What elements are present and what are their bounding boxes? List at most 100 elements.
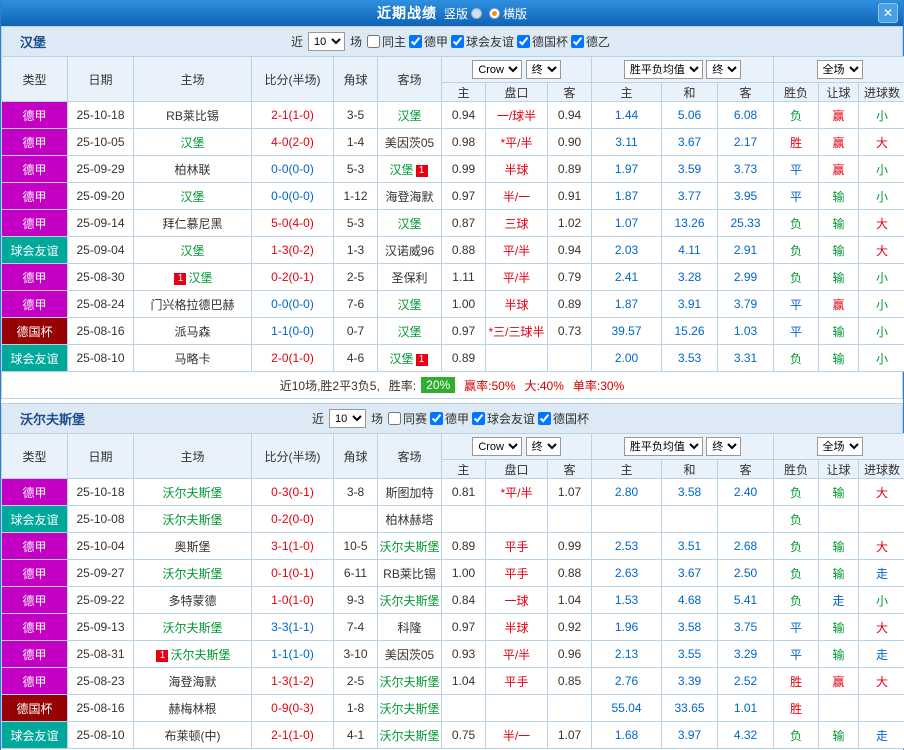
odds-time-select[interactable]: 终 — [526, 437, 561, 456]
team-link[interactable]: 汉堡 — [188, 271, 212, 285]
team-link[interactable]: 赫梅林根 — [168, 702, 216, 716]
team-link[interactable]: 斯图加特 — [385, 486, 433, 500]
team-link[interactable]: 汉堡 — [180, 244, 204, 258]
avg-time-select[interactable]: 终 — [706, 437, 741, 456]
team-link[interactable]: 沃尔夫斯堡 — [162, 513, 222, 527]
score-cell: 0-1(0-1) — [252, 560, 334, 587]
avg-home-cell: 3.11 — [592, 129, 662, 156]
team-link[interactable]: 沃尔夫斯堡 — [379, 675, 439, 689]
team-link[interactable]: 派马森 — [174, 325, 210, 339]
team-link[interactable]: 沃尔夫斯堡 — [379, 594, 439, 608]
scope-select[interactable]: 全场 — [817, 60, 863, 79]
checkbox-input[interactable] — [538, 412, 551, 425]
team-link[interactable]: 沃尔夫斯堡 — [162, 567, 222, 581]
team-link[interactable]: RB莱比锡 — [383, 567, 436, 581]
odds-time-select[interactable]: 终 — [526, 60, 561, 79]
close-button[interactable]: ✕ — [878, 3, 898, 23]
team-link[interactable]: 门兴格拉德巴赫 — [150, 298, 234, 312]
team-link[interactable]: 沃尔夫斯堡 — [162, 621, 222, 635]
avg-away-cell: 3.29 — [718, 641, 774, 668]
avg-group-header: 胜平负均值 终 — [592, 57, 774, 83]
team-link[interactable]: 汉堡 — [397, 217, 421, 231]
checkbox-input[interactable] — [430, 412, 443, 425]
scope-select[interactable]: 全场 — [817, 437, 863, 456]
col-header-odds-home: 主 — [442, 460, 486, 479]
league-badge: 德甲 — [2, 533, 68, 560]
handicap-result-cell: 赢 — [819, 102, 859, 129]
match-count-select[interactable]: 10 — [308, 32, 345, 51]
team-link[interactable]: 汉堡 — [180, 190, 204, 204]
score-cell: 4-0(2-0) — [252, 129, 334, 156]
team-link[interactable]: 美因茨05 — [385, 136, 434, 150]
odds-source-select[interactable]: Crow — [472, 437, 522, 456]
filter-checkbox-球会友谊[interactable]: 球会友谊 — [451, 33, 514, 50]
team-link[interactable]: 海登海默 — [385, 190, 433, 204]
filter-checkbox-同赛[interactable]: 同赛 — [388, 410, 427, 427]
team-link[interactable]: 海登海默 — [168, 675, 216, 689]
handicap-cell: 半/一 — [486, 722, 548, 749]
team-link[interactable]: 沃尔夫斯堡 — [162, 486, 222, 500]
team-link[interactable]: 沃尔夫斯堡 — [379, 729, 439, 743]
match-row: 德甲25-10-04奥斯堡3-1(1-0)10-5沃尔夫斯堡0.89平手0.99… — [2, 533, 904, 560]
team-link[interactable]: 圣保利 — [391, 271, 427, 285]
league-badge: 德甲 — [2, 614, 68, 641]
checkbox-input[interactable] — [367, 35, 380, 48]
team-link[interactable]: 汉堡 — [397, 325, 421, 339]
odds-home-cell: 0.94 — [442, 102, 486, 129]
layout-horizontal-option[interactable]: 横版 — [489, 5, 527, 22]
team-link[interactable]: 马略卡 — [174, 352, 210, 366]
team-link[interactable]: 汉堡 — [389, 352, 413, 366]
result-cell: 负 — [774, 533, 819, 560]
match-date: 25-08-10 — [68, 722, 134, 749]
team-link[interactable]: 多特蒙德 — [168, 594, 216, 608]
team-link[interactable]: 汉诺威96 — [385, 244, 434, 258]
radio-vertical-icon[interactable] — [471, 8, 482, 19]
checkbox-input[interactable] — [388, 412, 401, 425]
team-link[interactable]: 奥斯堡 — [174, 540, 210, 554]
team-link[interactable]: RB莱比锡 — [166, 109, 219, 123]
avg-home-cell: 1.53 — [592, 587, 662, 614]
filter-checkbox-德国杯[interactable]: 德国杯 — [538, 410, 589, 427]
avg-odds-select[interactable]: 胜平负均值 — [624, 60, 703, 79]
checkbox-input[interactable] — [451, 35, 464, 48]
match-date: 25-08-16 — [68, 318, 134, 345]
team-link[interactable]: 汉堡 — [397, 109, 421, 123]
team-link[interactable]: 布莱顿(中) — [165, 729, 221, 743]
team-link[interactable]: 柏林赫塔 — [385, 513, 433, 527]
league-filter-checkboxes: 同主德甲球会友谊德国杯德乙 — [367, 33, 613, 50]
odds-away-cell: 0.85 — [548, 668, 592, 695]
team-link[interactable]: 沃尔夫斯堡 — [170, 648, 230, 662]
avg-away-cell: 3.95 — [718, 183, 774, 210]
match-row: 德甲25-09-27沃尔夫斯堡0-1(0-1)6-11RB莱比锡1.00平手0.… — [2, 560, 904, 587]
filter-checkbox-德国杯[interactable]: 德国杯 — [517, 33, 568, 50]
team-link[interactable]: 汉堡 — [180, 136, 204, 150]
avg-odds-select[interactable]: 胜平负均值 — [624, 437, 703, 456]
team-link[interactable]: 沃尔夫斯堡 — [379, 702, 439, 716]
team-link[interactable]: 沃尔夫斯堡 — [379, 540, 439, 554]
corner-cell: 3-5 — [334, 102, 378, 129]
odds-source-select[interactable]: Crow — [472, 60, 522, 79]
avg-home-cell: 2.63 — [592, 560, 662, 587]
checkbox-input[interactable] — [472, 412, 485, 425]
team-link[interactable]: 柏林联 — [174, 163, 210, 177]
team-link[interactable]: 美因茨05 — [385, 648, 434, 662]
checkbox-input[interactable] — [517, 35, 530, 48]
filter-checkbox-同主[interactable]: 同主 — [367, 33, 406, 50]
avg-time-select[interactable]: 终 — [706, 60, 741, 79]
checkbox-input[interactable] — [571, 35, 584, 48]
team-link[interactable]: 科隆 — [397, 621, 421, 635]
team-link[interactable]: 拜仁慕尼黑 — [162, 217, 222, 231]
filter-checkbox-德乙[interactable]: 德乙 — [571, 33, 610, 50]
team-link[interactable]: 汉堡 — [389, 163, 413, 177]
filter-checkbox-球会友谊[interactable]: 球会友谊 — [472, 410, 535, 427]
match-count-select[interactable]: 10 — [329, 409, 366, 428]
filter-checkbox-德甲[interactable]: 德甲 — [409, 33, 448, 50]
handicap-cell: 半球 — [486, 614, 548, 641]
filter-checkbox-德甲[interactable]: 德甲 — [430, 410, 469, 427]
team-link[interactable]: 汉堡 — [397, 298, 421, 312]
radio-horizontal-icon[interactable] — [489, 8, 500, 19]
layout-vertical-option[interactable]: 竖版 — [444, 5, 482, 22]
odds-away-cell — [548, 506, 592, 533]
checkbox-input[interactable] — [409, 35, 422, 48]
league-badge: 德甲 — [2, 668, 68, 695]
